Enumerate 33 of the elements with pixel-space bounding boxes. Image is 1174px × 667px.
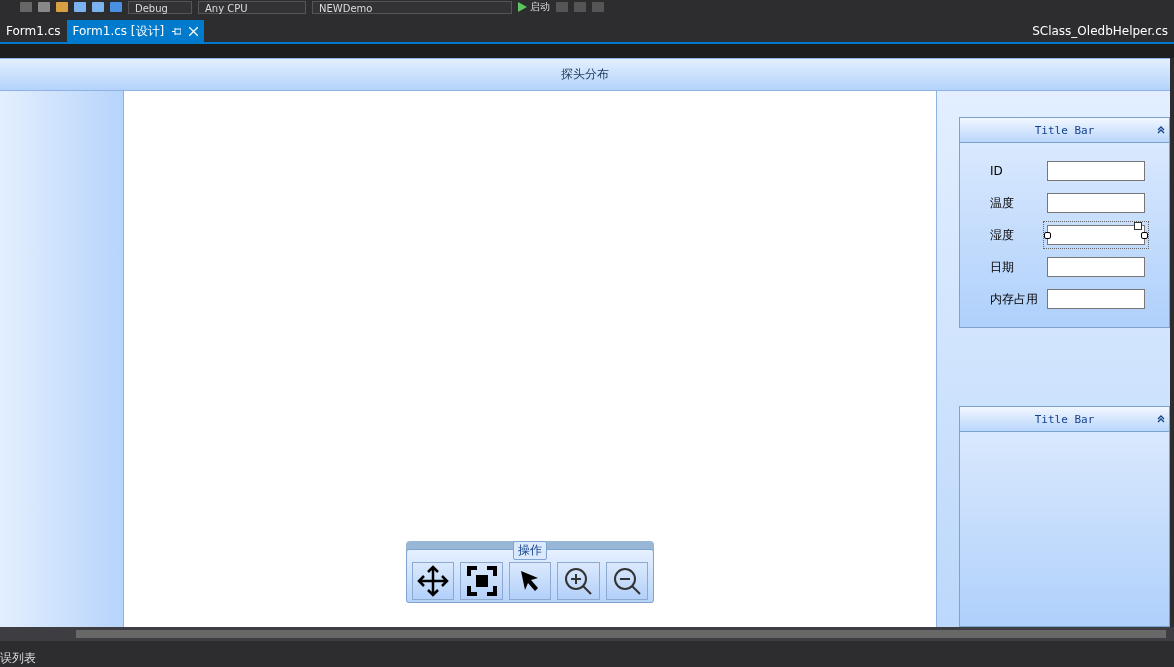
panel-tab[interactable]: 误列表	[0, 650, 36, 667]
fit-screen-icon	[465, 565, 498, 597]
document-tab[interactable]: SClass_OledbHelper.cs	[1026, 20, 1174, 42]
form-title: 探头分布	[0, 58, 1170, 91]
zoom-in-icon	[563, 566, 594, 596]
move-button[interactable]	[412, 562, 455, 600]
pin-icon[interactable]	[172, 26, 182, 36]
zoom-out-icon	[611, 566, 642, 596]
panel-title: Title Bar	[960, 407, 1169, 432]
play-icon	[518, 2, 527, 12]
pointer-button[interactable]	[508, 562, 552, 600]
horizontal-scrollbar[interactable]	[0, 627, 1174, 641]
collapse-icon[interactable]	[1157, 415, 1165, 423]
collapse-icon[interactable]	[1157, 126, 1165, 134]
move-icon	[417, 565, 450, 597]
field-label: 日期	[990, 258, 1015, 276]
document-tab[interactable]: Form1.cs [设计]	[66, 20, 205, 42]
text-field[interactable]	[1043, 221, 1149, 249]
field-label: 温度	[990, 194, 1015, 212]
zoom-out-button[interactable]	[605, 562, 649, 600]
project-dropdown[interactable]: NEWDemo	[312, 0, 512, 14]
close-icon[interactable]	[189, 26, 199, 36]
platform-dropdown[interactable]: Any CPU	[198, 0, 306, 14]
field-label: ID	[990, 164, 1004, 178]
start-button[interactable]: 启动	[518, 0, 550, 14]
field-label: 湿度	[990, 226, 1015, 244]
field-label: 内存占用	[990, 290, 1039, 308]
document-tab[interactable]: Form1.cs	[0, 20, 67, 42]
zoom-in-button[interactable]	[557, 562, 600, 600]
tool-group-title: 操作	[513, 541, 547, 560]
configuration-dropdown[interactable]: Debug	[128, 0, 192, 14]
panel-title: Title Bar	[960, 118, 1169, 143]
fit-button[interactable]	[460, 562, 503, 600]
